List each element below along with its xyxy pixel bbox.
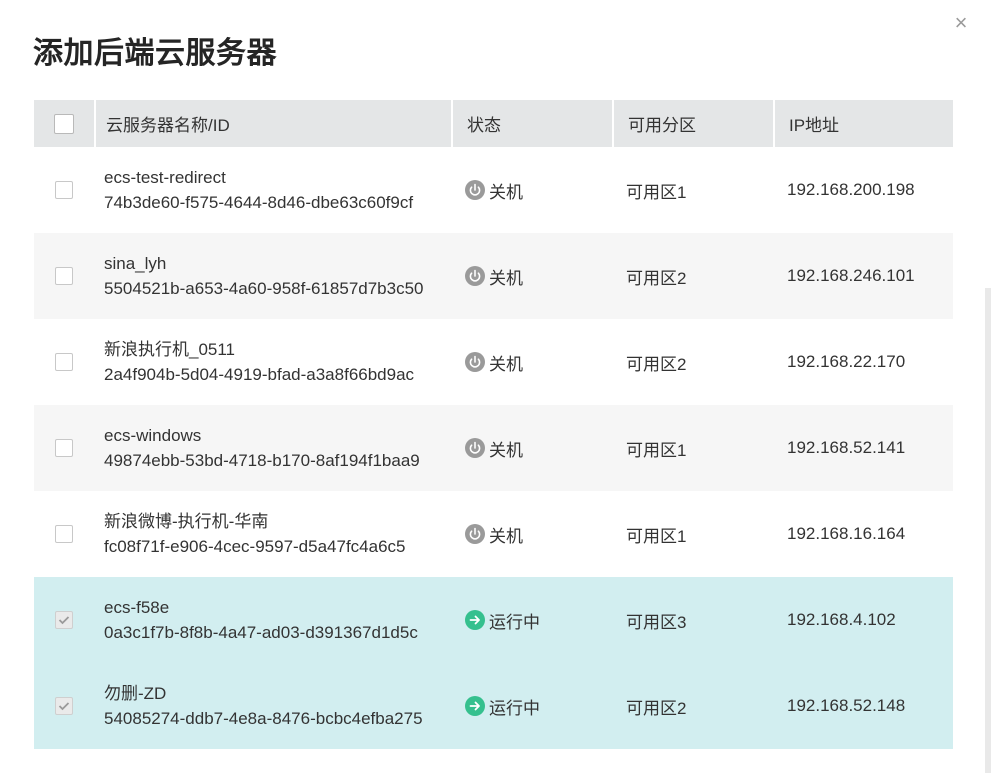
status-cell: 关机 bbox=[451, 491, 612, 577]
server-name-cell: 新浪微博-执行机-华南 fc08f71f-e906-4cec-9597-d5a47… bbox=[94, 491, 451, 577]
row-select-cell bbox=[34, 491, 94, 577]
status-badge: 运行中 bbox=[465, 694, 540, 719]
ip-cell: 192.168.22.170 bbox=[787, 352, 906, 371]
running-arrow-icon bbox=[465, 610, 485, 630]
status-text: 运行中 bbox=[489, 612, 540, 632]
server-id: 2a4f904b-5d04-4919-bfad-a3a8f66bd9ac bbox=[104, 365, 415, 384]
status-cell: 关机 bbox=[451, 405, 612, 491]
ip-cell: 192.168.4.102 bbox=[787, 610, 896, 629]
row-checkbox-checked[interactable] bbox=[55, 611, 73, 629]
server-name-cell: ecs-f58e 0a3c1f7b-8f8b-4a47-ad03-d391367d… bbox=[94, 577, 451, 663]
row-checkbox[interactable] bbox=[55, 439, 73, 457]
status-text: 运行中 bbox=[489, 698, 540, 718]
close-icon[interactable]: × bbox=[950, 12, 972, 34]
power-icon bbox=[465, 524, 485, 544]
server-id: 5504521b-a653-4a60-958f-61857d7b3c50 bbox=[104, 279, 424, 298]
status-text: 关机 bbox=[489, 182, 523, 202]
server-name: sina_lyh bbox=[104, 254, 167, 273]
row-select-cell bbox=[34, 405, 94, 491]
status-cell: 运行中 bbox=[451, 577, 612, 663]
server-name: ecs-f58e bbox=[104, 598, 170, 617]
power-icon bbox=[465, 352, 485, 372]
row-checkbox[interactable] bbox=[55, 353, 73, 371]
header-status: 状态 bbox=[451, 100, 612, 147]
status-badge: 关机 bbox=[465, 264, 523, 289]
row-checkbox[interactable] bbox=[55, 181, 73, 199]
table-row[interactable]: ecs-windows 49874ebb-53bd-4718-b170-8af19… bbox=[34, 405, 953, 491]
table-row[interactable]: ecs-test-redirect 74b3de60-f575-4644-8d46… bbox=[34, 147, 953, 233]
header-ip: IP地址 bbox=[773, 100, 953, 147]
row-checkbox-checked[interactable] bbox=[55, 697, 73, 715]
server-name-cell: ecs-test-redirect 74b3de60-f575-4644-8d46… bbox=[94, 147, 451, 233]
ip-cell: 192.168.200.198 bbox=[787, 180, 915, 199]
row-checkbox[interactable] bbox=[55, 267, 73, 285]
status-badge: 关机 bbox=[465, 522, 523, 547]
table-row[interactable]: 勿删-ZD 54085274-ddb7-4e8a-8476-bcbc4efba27… bbox=[34, 663, 953, 749]
server-name: 勿删-ZD bbox=[104, 684, 167, 703]
zone-cell: 可用区1 bbox=[626, 440, 687, 460]
status-text: 关机 bbox=[489, 440, 523, 460]
zone-cell: 可用区2 bbox=[626, 698, 687, 718]
table-row[interactable]: 新浪微博-执行机-华南 fc08f71f-e906-4cec-9597-d5a47… bbox=[34, 491, 953, 577]
power-icon bbox=[465, 180, 485, 200]
ip-cell: 192.168.16.164 bbox=[787, 524, 906, 543]
table-header: 云服务器名称/ID 状态 可用分区 IP地址 bbox=[34, 100, 953, 147]
scrollbar[interactable] bbox=[985, 288, 991, 773]
ip-cell: 192.168.52.141 bbox=[787, 438, 906, 457]
table-row[interactable]: 新浪执行机_0511 2a4f904b-5d04-4919-bfad-a3a8f6… bbox=[34, 319, 953, 405]
checkmark-icon bbox=[58, 702, 70, 711]
status-badge: 关机 bbox=[465, 350, 523, 375]
power-icon bbox=[465, 438, 485, 458]
server-id: 74b3de60-f575-4644-8d46-dbe63c60f9cf bbox=[104, 193, 414, 212]
row-select-cell bbox=[34, 319, 94, 405]
table-body: ecs-test-redirect 74b3de60-f575-4644-8d46… bbox=[34, 147, 953, 749]
row-select-cell bbox=[34, 577, 94, 663]
server-name: ecs-windows bbox=[104, 426, 202, 445]
status-badge: 运行中 bbox=[465, 608, 540, 633]
header-name: 云服务器名称/ID bbox=[94, 100, 451, 147]
status-text: 关机 bbox=[489, 354, 523, 374]
zone-cell: 可用区2 bbox=[626, 268, 687, 288]
dialog-title: 添加后端云服务器 bbox=[33, 37, 277, 70]
server-name-cell: sina_lyh 5504521b-a653-4a60-958f-61857d7b… bbox=[94, 233, 451, 319]
server-name: 新浪微博-执行机-华南 bbox=[104, 512, 269, 531]
row-select-cell bbox=[34, 663, 94, 749]
server-name-cell: 勿删-ZD 54085274-ddb7-4e8a-8476-bcbc4efba27… bbox=[94, 663, 451, 749]
server-id: 49874ebb-53bd-4718-b170-8af194f1baa9 bbox=[104, 451, 420, 470]
server-id: 54085274-ddb7-4e8a-8476-bcbc4efba275 bbox=[104, 709, 423, 728]
status-text: 关机 bbox=[489, 268, 523, 288]
zone-cell: 可用区1 bbox=[626, 182, 687, 202]
power-icon bbox=[465, 266, 485, 286]
server-name-cell: 新浪执行机_0511 2a4f904b-5d04-4919-bfad-a3a8f6… bbox=[94, 319, 451, 405]
select-all-checkbox[interactable] bbox=[54, 113, 74, 134]
zone-cell: 可用区3 bbox=[626, 612, 687, 632]
ip-cell: 192.168.246.101 bbox=[787, 266, 915, 285]
status-badge: 关机 bbox=[465, 436, 523, 461]
server-id: fc08f71f-e906-4cec-9597-d5a47fc4a6c5 bbox=[104, 537, 406, 556]
status-cell: 关机 bbox=[451, 233, 612, 319]
table-row[interactable]: ecs-f58e 0a3c1f7b-8f8b-4a47-ad03-d391367d… bbox=[34, 577, 953, 663]
row-select-cell bbox=[34, 147, 94, 233]
server-id: 0a3c1f7b-8f8b-4a47-ad03-d391367d1d5c bbox=[104, 623, 418, 642]
select-all-cell bbox=[34, 100, 94, 147]
status-cell: 运行中 bbox=[451, 663, 612, 749]
server-name-cell: ecs-windows 49874ebb-53bd-4718-b170-8af19… bbox=[94, 405, 451, 491]
checkmark-icon bbox=[58, 616, 70, 625]
ip-cell: 192.168.52.148 bbox=[787, 696, 906, 715]
row-select-cell bbox=[34, 233, 94, 319]
zone-cell: 可用区2 bbox=[626, 354, 687, 374]
zone-cell: 可用区1 bbox=[626, 526, 687, 546]
running-arrow-icon bbox=[465, 696, 485, 716]
server-name: 新浪执行机_0511 bbox=[104, 340, 236, 359]
server-name: ecs-test-redirect bbox=[104, 168, 226, 187]
header-zone: 可用分区 bbox=[612, 100, 773, 147]
row-checkbox[interactable] bbox=[55, 525, 73, 543]
server-table: 云服务器名称/ID 状态 可用分区 IP地址 ecs-test-redirect… bbox=[34, 100, 953, 749]
status-cell: 关机 bbox=[451, 319, 612, 405]
status-text: 关机 bbox=[489, 526, 523, 546]
status-cell: 关机 bbox=[451, 147, 612, 233]
table-row[interactable]: sina_lyh 5504521b-a653-4a60-958f-61857d7b… bbox=[34, 233, 953, 319]
status-badge: 关机 bbox=[465, 178, 523, 203]
